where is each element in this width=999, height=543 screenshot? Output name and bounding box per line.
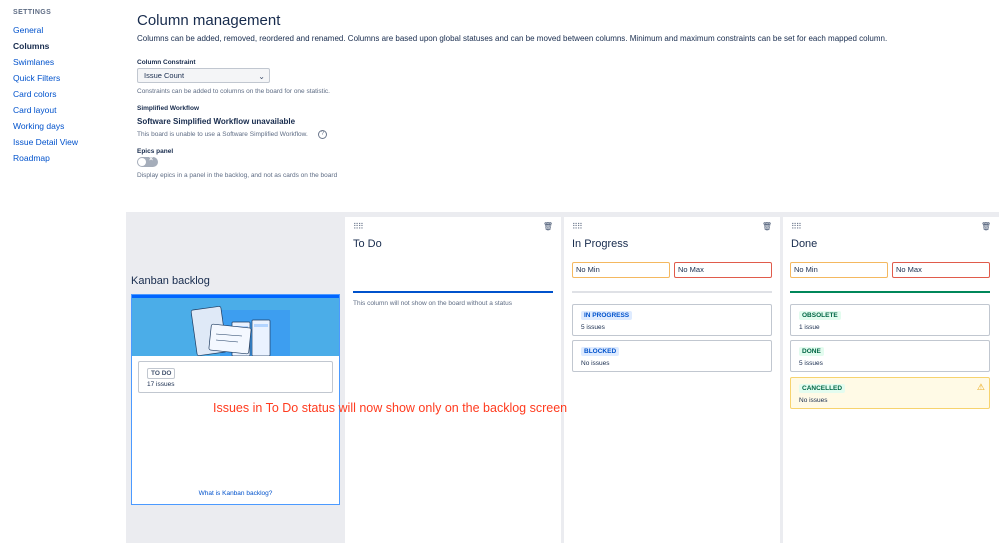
sidebar-item-issue-detail-view[interactable]: Issue Detail View <box>13 134 123 150</box>
status-card-blocked[interactable]: BLOCKED No issues <box>572 340 772 372</box>
annotation-text: Issues in To Do status will now show onl… <box>213 401 568 415</box>
status-lozenge: IN PROGRESS <box>581 311 633 320</box>
issues-count: 5 issues <box>799 360 823 367</box>
min-input[interactable]: No Min <box>572 262 670 278</box>
column-title[interactable]: In Progress <box>572 238 628 250</box>
constraint-label: Column Constraint <box>137 59 196 66</box>
column-done[interactable]: ⠿⠿ 🗑 Done No Min No Max OBSOLETE 1 issue… <box>783 217 999 543</box>
status-card-cancelled[interactable]: CANCELLED No issues ⚠ <box>790 377 990 409</box>
status-card-obsolete[interactable]: OBSOLETE 1 issue <box>790 304 990 336</box>
status-card-done[interactable]: DONE 5 issues <box>790 340 990 372</box>
sidebar-item-working-days[interactable]: Working days <box>13 118 123 134</box>
column-status-bar <box>353 291 553 293</box>
issues-count: 17 issues <box>147 381 175 388</box>
sidebar-item-columns[interactable]: Columns <box>13 38 123 54</box>
chevron-down-icon: ⌄ <box>258 72 265 81</box>
column-title[interactable]: To Do <box>353 238 382 250</box>
constraint-help: Constraints can be added to columns on t… <box>137 88 330 95</box>
max-input[interactable]: No Max <box>892 262 990 278</box>
column-title[interactable]: Done <box>791 238 817 250</box>
main-header: Column management Columns can be added, … <box>137 12 987 43</box>
sidebar-item-quick-filters[interactable]: Quick Filters <box>13 70 123 86</box>
issues-count: 5 issues <box>581 324 605 331</box>
warning-icon: ⚠ <box>976 382 985 392</box>
kanban-backlog-link[interactable]: What is Kanban backlog? <box>132 490 339 497</box>
constraint-select[interactable]: Issue Count ⌄ <box>137 68 270 83</box>
status-lozenge: BLOCKED <box>581 347 620 356</box>
kanban-backlog-title: Kanban backlog <box>131 275 210 287</box>
backlog-illustration <box>132 298 339 356</box>
workflow-label: Simplified Workflow <box>137 105 199 112</box>
issues-count: 1 issue <box>799 324 820 331</box>
column-status-bar <box>572 291 772 293</box>
page-description: Columns can be added, removed, reordered… <box>137 34 888 43</box>
epics-help: Display epics in a panel in the backlog,… <box>137 172 338 179</box>
sidebar-item-card-colors[interactable]: Card colors <box>13 86 123 102</box>
drag-handle-icon[interactable]: ⠿⠿ <box>572 222 583 231</box>
status-lozenge: TO DO <box>147 368 176 379</box>
sidebar-item-card-layout[interactable]: Card layout <box>13 102 123 118</box>
status-lozenge: CANCELLED <box>799 384 846 393</box>
column-status-bar <box>790 291 990 293</box>
constraint-select-value: Issue Count <box>144 71 185 80</box>
trash-icon[interactable]: 🗑 <box>762 222 772 231</box>
epics-toggle[interactable]: × <box>137 156 158 167</box>
column-empty-text: This column will not show on the board w… <box>353 300 512 307</box>
sidebar-item-roadmap[interactable]: Roadmap <box>13 150 123 166</box>
status-lozenge: DONE <box>799 347 824 356</box>
min-input[interactable]: No Min <box>790 262 888 278</box>
issues-count: No issues <box>581 360 610 367</box>
status-lozenge: OBSOLETE <box>799 311 841 320</box>
sidebar-heading: SETTINGS <box>13 9 52 16</box>
workflow-help: This board is unable to use a Software S… <box>137 131 308 138</box>
toggle-knob <box>138 158 146 166</box>
kanban-backlog-panel: TO DO 17 issues What is Kanban backlog? <box>131 294 340 505</box>
close-icon: × <box>149 156 154 163</box>
trash-icon[interactable]: 🗑 <box>981 222 991 231</box>
column-todo[interactable]: ⠿⠿ 🗑 To Do This column will not show on … <box>345 217 561 543</box>
column-in-progress[interactable]: ⠿⠿ 🗑 In Progress No Min No Max IN PROGRE… <box>564 217 780 543</box>
drag-handle-icon[interactable]: ⠿⠿ <box>791 222 802 231</box>
trash-icon[interactable]: 🗑 <box>543 222 553 231</box>
max-input[interactable]: No Max <box>674 262 772 278</box>
sidebar-item-swimlanes[interactable]: Swimlanes <box>13 54 123 70</box>
settings-sidebar: SETTINGS General Columns Swimlanes Quick… <box>13 9 123 166</box>
workflow-heading: Software Simplified Workflow unavailable <box>137 117 296 126</box>
status-card-in-progress[interactable]: IN PROGRESS 5 issues <box>572 304 772 336</box>
issues-count: No issues <box>799 397 828 404</box>
epics-label: Epics panel <box>137 148 174 155</box>
sidebar-item-general[interactable]: General <box>13 22 123 38</box>
backlog-status-card[interactable]: TO DO 17 issues <box>138 361 333 393</box>
drag-handle-icon[interactable]: ⠿⠿ <box>353 222 364 231</box>
page-title: Column management <box>137 12 281 29</box>
help-icon[interactable]: ? <box>318 130 327 139</box>
